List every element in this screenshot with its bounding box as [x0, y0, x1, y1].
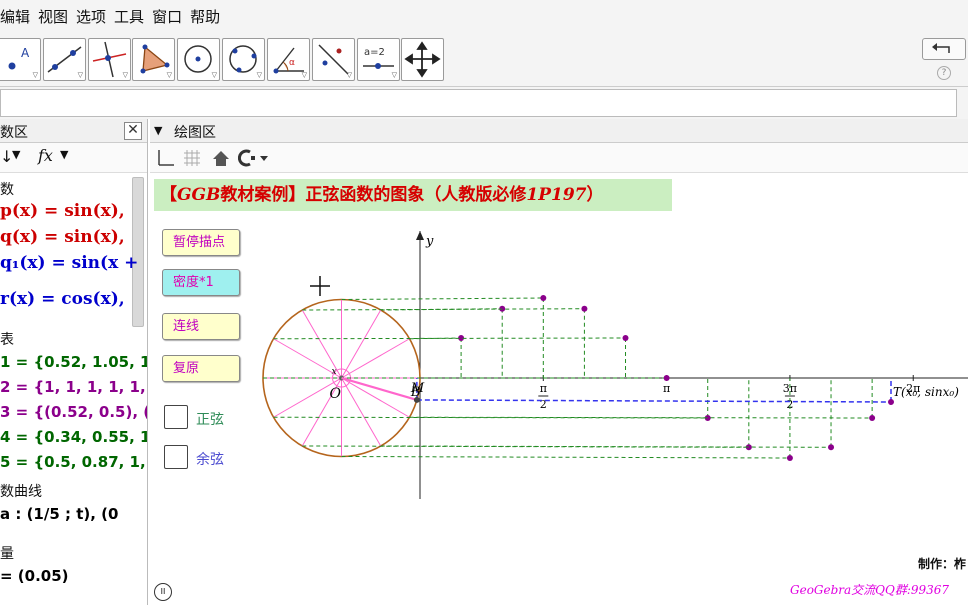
sine-point	[540, 295, 547, 301]
menu-tools[interactable]: 工具	[114, 4, 144, 29]
reset-button[interactable]: 复原	[162, 355, 240, 382]
input-bar	[0, 87, 968, 119]
input-field[interactable]	[0, 89, 957, 117]
menu-help[interactable]: 帮助	[190, 4, 220, 29]
circle-center-tool-button[interactable]: ▽	[177, 38, 220, 81]
algebra-toolbar: ↓ ▼ fx ▼	[0, 143, 147, 173]
animation-pause-button[interactable]: II	[154, 583, 172, 601]
fx-icon[interactable]: fx	[38, 146, 53, 165]
graphics-view: ▼ 绘图区 y π 2 π 3π 2 2π Ox B M T(x₀, sinx₀) 【GGB教材案例…	[150, 119, 968, 605]
sine-checkbox[interactable]	[164, 405, 188, 429]
banner-prefix: 【	[160, 185, 177, 205]
origin-label: O	[330, 386, 342, 402]
circle-spoke	[341, 377, 410, 418]
toolbar: A ▽ ▽ ▽ ▽ ▽ ▽ α ▽ ▽ a=2 ▽ ?	[0, 32, 968, 87]
category-vectors: 量	[0, 546, 14, 562]
line-tool-button[interactable]: ▽	[43, 38, 86, 81]
projection-horizontal	[273, 337, 626, 340]
menu-view[interactable]: 视图	[38, 4, 68, 29]
list-3[interactable]: 3 = {(0.52, 0.5), (1	[0, 403, 147, 421]
category-functions: 数	[0, 182, 14, 198]
title-banner: 【GGB教材案例】正弦函数的图象（人教版必修1P197）	[154, 179, 672, 211]
projection-to-T	[416, 399, 892, 403]
sine-point	[622, 335, 629, 341]
sine-checkbox-label: 正弦	[196, 412, 224, 428]
point-x-label: x	[332, 367, 337, 377]
projection-horizontal	[302, 308, 585, 311]
circle-spoke	[341, 309, 382, 379]
sort-dropdown-icon[interactable]: ▼	[12, 148, 20, 161]
list-2[interactable]: 2 = {1, 1, 1, 1, 1, 1	[0, 378, 147, 396]
perpendicular-tool-button[interactable]: ▽	[88, 38, 131, 81]
move-icon	[404, 41, 441, 78]
svg-text:α: α	[289, 58, 295, 68]
undo-icon	[932, 43, 950, 53]
cosine-checkbox[interactable]	[164, 445, 188, 469]
point-M-label: M	[410, 381, 425, 396]
tick-label-pi: π	[663, 382, 670, 395]
menu-edit[interactable]: 编辑	[0, 4, 30, 29]
category-curves: 数曲线	[0, 484, 42, 500]
sine-point	[869, 415, 876, 421]
projection-horizontal	[380, 445, 832, 448]
cosine-checkbox-label: 余弦	[196, 452, 224, 468]
list-1[interactable]: 1 = {0.52, 1.05, 1.5	[0, 353, 147, 371]
banner-ref: 1P197	[526, 185, 587, 205]
algebra-scrollbar[interactable]	[132, 177, 144, 327]
function-p[interactable]: p(x) = sin(x),	[0, 201, 125, 221]
banner-ggb: GGB	[177, 185, 221, 205]
point-T	[888, 399, 894, 405]
point-tool-button[interactable]: A ▽	[0, 38, 41, 81]
tick-label-pi-half: π	[540, 382, 547, 395]
menu-bar: 编辑 视图 选项 工具 窗口 帮助	[0, 0, 968, 32]
list-5[interactable]: 5 = {0.5, 0.87, 1, 0	[0, 453, 147, 471]
projection-horizontal	[380, 308, 503, 311]
y-axis-label: y	[425, 234, 434, 249]
pause-plot-button[interactable]: 暂停描点	[162, 229, 240, 256]
scene-layer: yπ2π 3π22πOxBM T(x₀, sinx₀)	[262, 231, 968, 499]
footer-text: GeoGebra交流QQ群:99367	[790, 583, 950, 597]
algebra-view: 数区 ✕ ↓ ▼ fx ▼ 数 p(x) = sin(x), q(x) = si…	[0, 119, 148, 605]
point-T-label: T(x₀, sinx₀)	[893, 385, 959, 399]
category-lists: 表	[0, 332, 14, 348]
undo-button[interactable]	[922, 38, 966, 60]
sine-point	[663, 375, 670, 381]
menu-options[interactable]: 选项	[76, 4, 106, 29]
circle-spoke	[341, 338, 410, 379]
credit-text: 制作：柞	[918, 557, 967, 571]
menu-window[interactable]: 窗口	[152, 4, 182, 29]
function-q[interactable]: q(x) = sin(x),	[0, 227, 125, 247]
projection-horizontal	[341, 297, 544, 300]
y-axis-arrow	[416, 231, 424, 240]
fx-dropdown-icon[interactable]: ▼	[60, 148, 68, 161]
projection-horizontal	[341, 456, 790, 459]
svg-text:a=2: a=2	[364, 47, 385, 58]
algebra-title: 数区	[0, 125, 28, 141]
function-q1[interactable]: q₁(x) = sin(x +	[0, 253, 138, 273]
curve-a[interactable]: a : (1/5 ; t), (0	[0, 505, 118, 523]
polygon-tool-button[interactable]: ▽	[132, 38, 175, 81]
move-view-tool-button[interactable]	[401, 38, 444, 81]
help-icon[interactable]: ?	[937, 66, 951, 80]
reflect-tool-button[interactable]: ▽	[312, 38, 355, 81]
density-button[interactable]: 密度*1	[162, 269, 240, 296]
close-icon[interactable]: ✕	[124, 122, 142, 140]
angle-tool-button[interactable]: α ▽	[267, 38, 310, 81]
sine-point	[786, 455, 793, 461]
algebra-title-bar: 数区 ✕	[0, 119, 147, 143]
banner-suffix: ）	[586, 185, 604, 205]
svg-text:A: A	[21, 46, 30, 60]
connect-button[interactable]: 连线	[162, 313, 240, 340]
sine-point	[581, 305, 588, 312]
vector-u[interactable]: = (0.05)	[0, 567, 69, 585]
function-r[interactable]: r(x) = cos(x),	[0, 289, 125, 309]
list-4[interactable]: 4 = {0.34, 0.55, 1.5	[0, 428, 147, 446]
slider-tool-button[interactable]: a=2 ▽	[357, 38, 400, 81]
banner-mid: 教材案例】正弦函数的图象（人教版必修	[220, 185, 527, 205]
sine-point	[828, 444, 835, 451]
circle-three-points-tool-button[interactable]: ▽	[222, 38, 265, 81]
